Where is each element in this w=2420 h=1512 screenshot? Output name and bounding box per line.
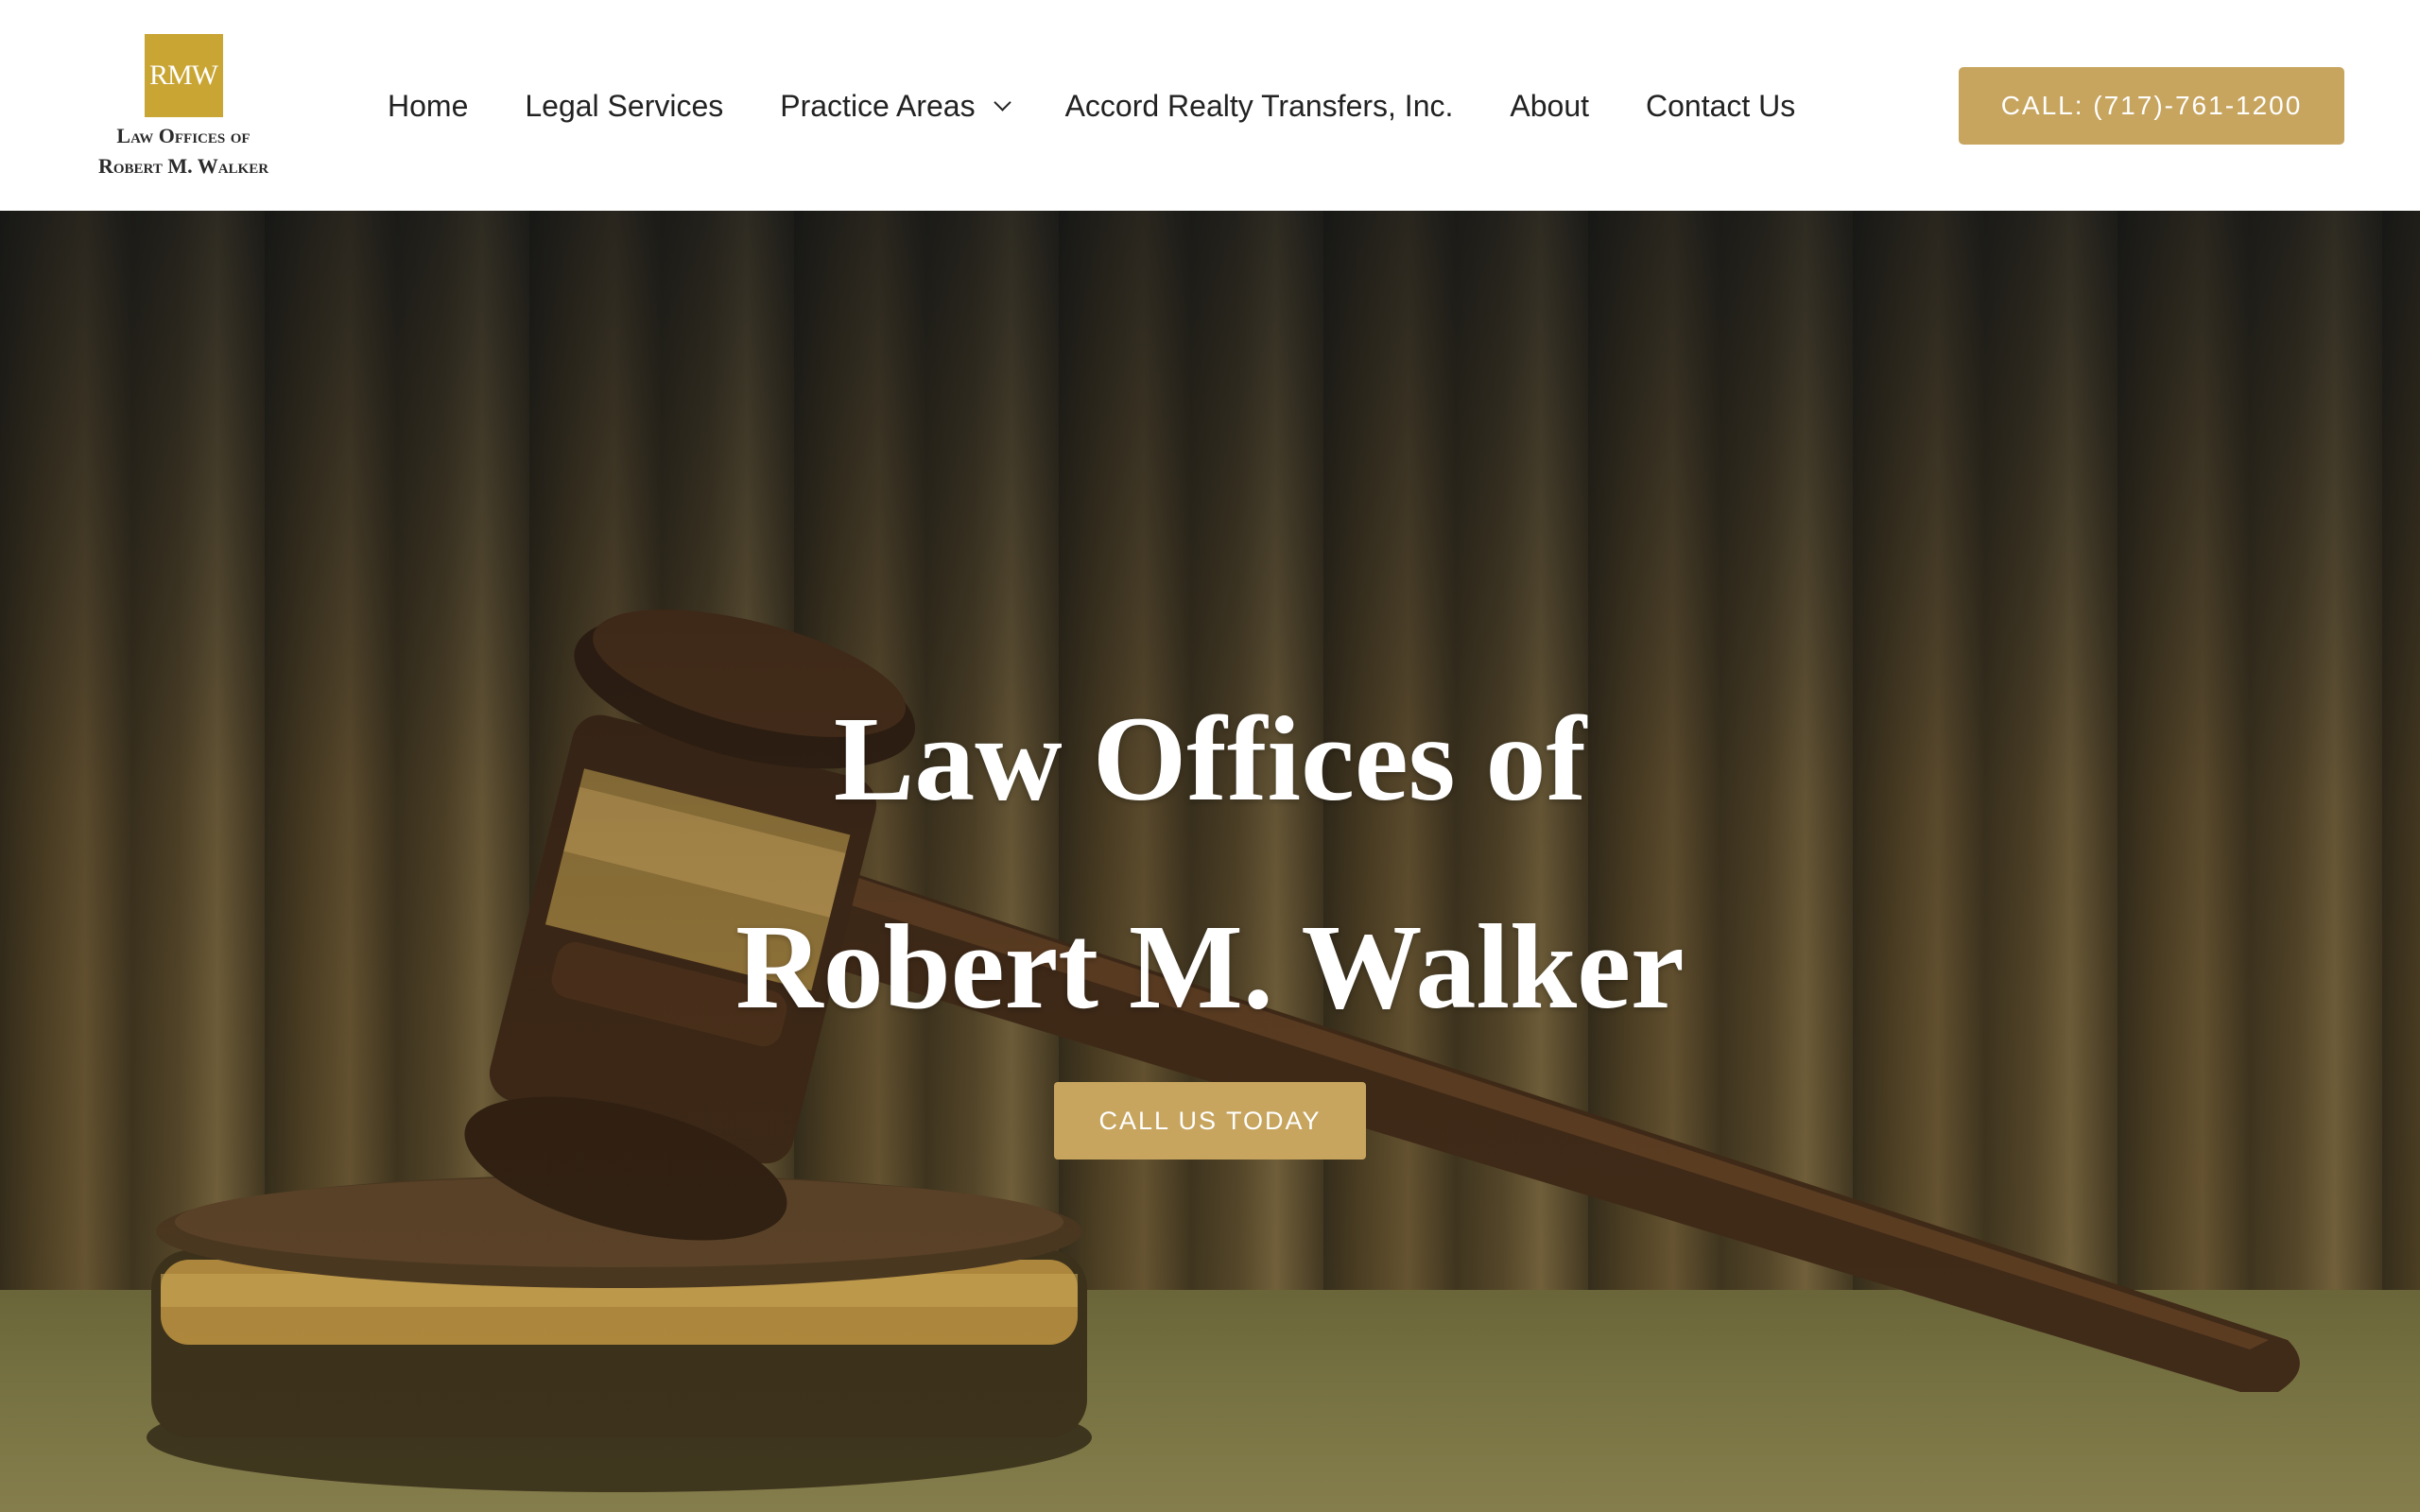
logo-monogram: RMW xyxy=(144,34,223,117)
chevron-down-icon[interactable] xyxy=(993,93,1011,112)
nav-item-legal-services[interactable]: Legal Services xyxy=(525,89,723,124)
nav-item-label: Contact Us xyxy=(1646,88,1796,123)
nav-item-home[interactable]: Home xyxy=(388,89,468,124)
logo-text-line-2: Robert M. Walker xyxy=(97,154,269,178)
site-logo[interactable]: RMW Law Offices of Robert M. Walker xyxy=(78,34,289,185)
nav-item-accord-realty-transfers[interactable]: Accord Realty Transfers, Inc. xyxy=(1065,89,1454,124)
call-us-today-button[interactable]: CALL US TODAY xyxy=(1054,1082,1366,1160)
nav-item-about[interactable]: About xyxy=(1510,89,1589,124)
hero-section: Law Offices of Robert M. Walker CALL US … xyxy=(0,211,2420,1512)
header-call-button[interactable]: CALL: (717)-761-1200 xyxy=(1959,67,2344,145)
main-navigation: Home Legal Services Practice Areas Accor… xyxy=(388,79,1795,132)
nav-item-label: Accord Realty Transfers, Inc. xyxy=(1064,88,1454,123)
hero-title-line-1: Law Offices of xyxy=(833,692,1587,826)
hero-title: Law Offices of Robert M. Walker xyxy=(0,655,2420,1071)
nav-item-practice-areas[interactable]: Practice Areas xyxy=(780,88,1011,124)
site-header: RMW Law Offices of Robert M. Walker Home… xyxy=(0,0,2420,211)
nav-item-label: Legal Services xyxy=(525,88,724,123)
logo-text-line-1: Law Offices of xyxy=(116,124,251,147)
nav-item-label: Home xyxy=(388,88,469,123)
nav-item-contact-us[interactable]: Contact Us xyxy=(1646,89,1795,124)
hero-title-line-2: Robert M. Walker xyxy=(735,900,1685,1034)
nav-item-label: Practice Areas xyxy=(780,88,976,123)
nav-item-label: About xyxy=(1510,88,1589,123)
